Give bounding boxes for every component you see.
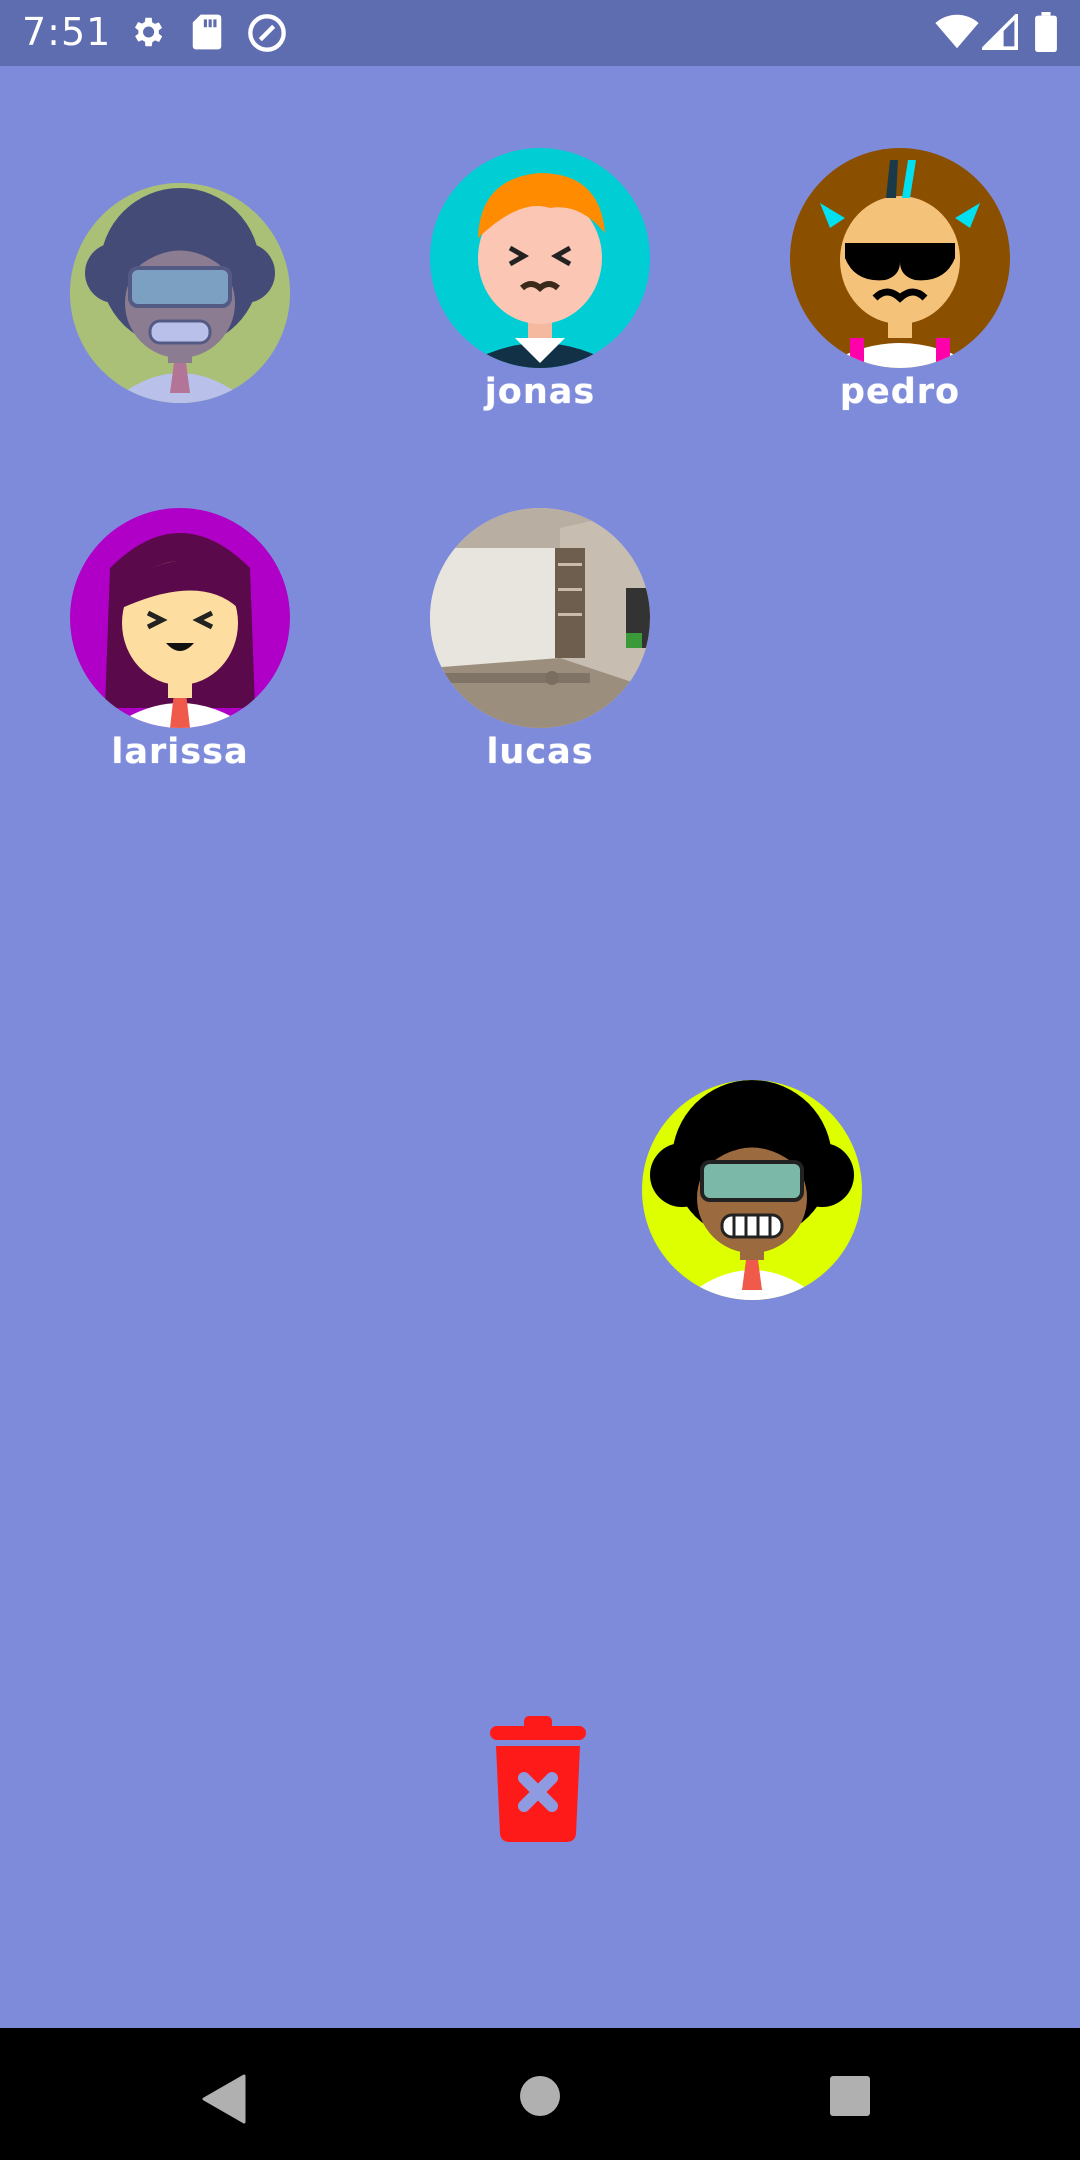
player-name-4: larissa — [111, 732, 249, 772]
mohawk-avatar-image — [790, 148, 1010, 368]
ginger-boy-avatar-image — [430, 148, 650, 368]
status-bar: 7:51 — [0, 0, 1080, 66]
back-icon[interactable] — [202, 2074, 246, 2128]
navigation-bar — [0, 2028, 1080, 2160]
afro-goggles-avatar-image — [70, 183, 290, 403]
player-avatar-1[interactable] — [70, 183, 290, 403]
player-name-2: jonas — [484, 372, 596, 412]
player-avatar-2[interactable] — [430, 148, 650, 368]
cellular-signal-icon — [979, 11, 1018, 54]
no-location-icon — [247, 13, 287, 57]
player-name-3: pedro — [839, 372, 961, 412]
battery-icon — [1035, 12, 1057, 56]
girl-avatar-image — [70, 508, 290, 728]
player-name-5: lucas — [486, 732, 594, 772]
dragged-avatar[interactable] — [642, 1080, 862, 1300]
player-avatar-5[interactable] — [430, 508, 650, 728]
room-photo-image — [430, 508, 650, 728]
afro-goggles-avatar-image — [642, 1080, 862, 1300]
home-icon[interactable] — [519, 2075, 561, 2121]
gear-icon — [128, 13, 166, 55]
trash-delete-icon[interactable] — [488, 1716, 588, 1844]
player-avatar-4[interactable] — [70, 508, 290, 728]
wifi-icon — [935, 14, 979, 54]
recents-icon[interactable] — [829, 2075, 871, 2121]
sd-card-icon — [190, 13, 224, 55]
status-time: 7:51 — [22, 10, 112, 54]
player-avatar-3[interactable] — [790, 148, 1010, 368]
